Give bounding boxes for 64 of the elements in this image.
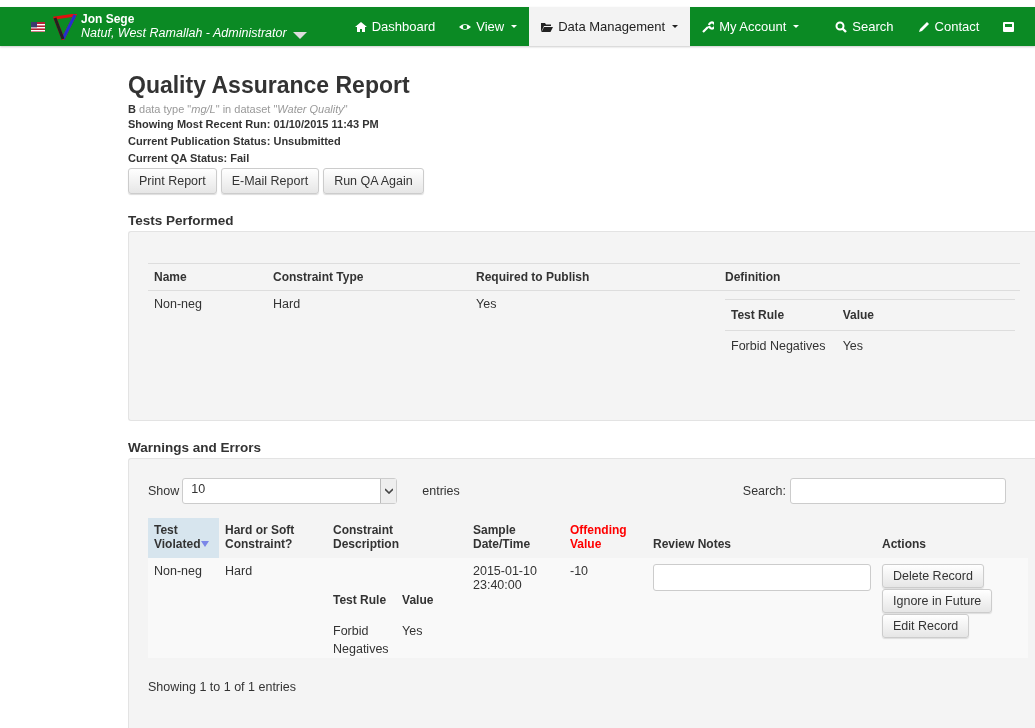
wrench-icon bbox=[702, 20, 715, 33]
notes-field[interactable] bbox=[653, 564, 871, 591]
column-header: Required to Publish bbox=[470, 263, 719, 291]
action-button[interactable]: Edit Record bbox=[882, 614, 970, 638]
column-header: Value bbox=[836, 299, 1015, 331]
search-label: Search: bbox=[742, 484, 786, 498]
column-header[interactable]: Actions bbox=[876, 518, 1028, 558]
column-header[interactable]: Offending Value bbox=[564, 518, 647, 558]
column-header: Constraint Type bbox=[267, 263, 470, 291]
nav-item[interactable]: My Account bbox=[690, 7, 812, 46]
table-cell: 2015-01-10 23:40:00 bbox=[467, 558, 564, 658]
table-cell: Non-neg bbox=[148, 558, 219, 658]
table-cell-text: Forbid Negatives bbox=[332, 623, 390, 658]
page-size-select[interactable]: 10 bbox=[182, 478, 398, 504]
column-header: Test Rule bbox=[725, 299, 837, 331]
table-cell-text: Yes bbox=[401, 623, 424, 640]
page-title: Quality Assurance Report bbox=[128, 72, 411, 99]
section-heading: Warnings and Errors bbox=[128, 440, 263, 455]
status-text: Current Publication Status: Unsubmitted bbox=[128, 134, 342, 149]
status-text: Current QA Status: Fail bbox=[128, 151, 251, 166]
column-header: Value bbox=[401, 592, 435, 609]
column-header[interactable]: Review Notes bbox=[647, 518, 876, 558]
caret-icon bbox=[384, 488, 393, 494]
logo-icon bbox=[53, 13, 77, 40]
entries-summary: Showing 1 to 1 of 1 entries bbox=[148, 680, 297, 694]
folder-icon bbox=[541, 20, 554, 33]
column-header[interactable]: Hard or Soft Constraint? bbox=[219, 518, 327, 558]
table-cell: Hard bbox=[219, 558, 327, 658]
table-cell: -10 bbox=[564, 558, 647, 658]
table-cell: Hard bbox=[267, 290, 470, 359]
column-header: Name bbox=[148, 263, 267, 291]
nav-item[interactable]: Data Management bbox=[529, 7, 691, 46]
column-header: Definition bbox=[719, 263, 1020, 291]
nav-item[interactable]: Dashboard bbox=[342, 7, 448, 46]
action-button[interactable]: Ignore in Future bbox=[882, 589, 993, 613]
column-header: Test Rule bbox=[332, 592, 388, 609]
user-name: Jon Sege bbox=[81, 12, 136, 26]
flag-icon bbox=[31, 21, 45, 32]
nav-item[interactable]: Search bbox=[823, 7, 906, 46]
dataset-caption: B data type "mg/L" in dataset "Water Quality" bbox=[128, 102, 349, 116]
table-cell: Yes bbox=[470, 290, 719, 359]
status-text: Showing Most Recent Run: 01/10/2015 11:43 PM bbox=[128, 117, 380, 132]
column-header[interactable]: Sample Date/Time bbox=[467, 518, 564, 558]
report-button[interactable]: E-Mail Report bbox=[220, 168, 320, 194]
action-button[interactable]: Delete Record bbox=[882, 564, 984, 588]
nav-item[interactable]: View bbox=[447, 7, 530, 46]
nav-item[interactable]: Contact bbox=[905, 7, 992, 46]
search-field[interactable] bbox=[789, 478, 1006, 504]
section-heading: Tests Performed bbox=[128, 213, 235, 228]
column-header[interactable]: Constraint Description bbox=[327, 518, 467, 558]
report-button[interactable]: Print Report bbox=[128, 168, 217, 194]
table-cell: Yes bbox=[836, 330, 1015, 353]
table-cell: Non-neg bbox=[148, 290, 267, 359]
pencil-icon bbox=[917, 20, 930, 33]
caret-icon bbox=[292, 30, 307, 39]
home-icon bbox=[354, 20, 367, 33]
sort-icon bbox=[201, 541, 210, 547]
search-icon bbox=[835, 20, 848, 33]
entries-label: entries bbox=[422, 484, 460, 498]
column-header[interactable]: Test Violated bbox=[148, 518, 219, 558]
report-button[interactable]: Run QA Again bbox=[323, 168, 424, 194]
user-menu[interactable]: Natuf, West Ramallah - Administrator bbox=[81, 25, 307, 41]
table-cell: Forbid Negatives bbox=[725, 330, 837, 353]
show-label: Show bbox=[148, 484, 180, 498]
